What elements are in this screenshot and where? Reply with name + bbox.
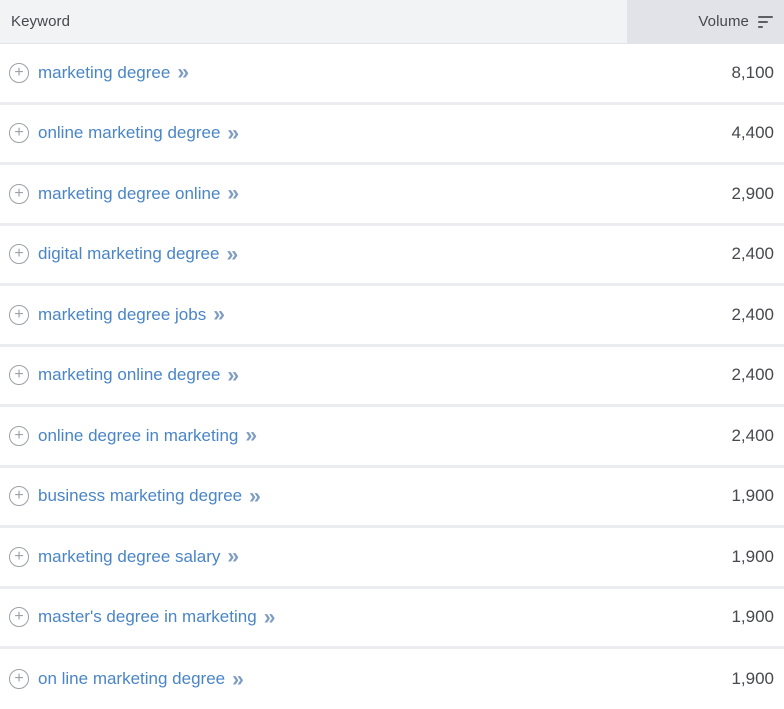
keyword-cell: + marketing online degree » — [0, 365, 627, 386]
add-keyword-icon[interactable]: + — [9, 62, 29, 83]
expand-keyword-icon[interactable]: » — [227, 123, 239, 144]
volume-value: 4,400 — [731, 123, 774, 143]
volume-value: 2,900 — [731, 183, 774, 203]
keyword-link[interactable]: marketing degree — [38, 63, 170, 83]
expand-keyword-icon[interactable]: » — [177, 62, 189, 83]
table-row: + online degree in marketing » 2,400 — [0, 407, 784, 465]
keyword-volume-table: Keyword Volume + marketing degree » 8,10… — [0, 0, 784, 709]
keyword-cell: + online marketing degree » — [0, 123, 627, 144]
keyword-link[interactable]: digital marketing degree — [38, 244, 219, 264]
table-row: + business marketing degree » 1,900 — [0, 467, 784, 525]
expand-keyword-icon[interactable]: » — [226, 244, 238, 265]
volume-value: 1,900 — [731, 546, 774, 566]
table-row: + marketing degree online » 2,900 — [0, 165, 784, 223]
keyword-link[interactable]: business marketing degree — [38, 486, 242, 506]
column-header-keyword: Keyword — [11, 13, 71, 30]
table-row: + marketing degree jobs » 2,400 — [0, 286, 784, 344]
table-row: + on line marketing degree » 1,900 — [0, 649, 784, 709]
expand-keyword-icon[interactable]: » — [227, 365, 239, 386]
add-keyword-icon[interactable]: + — [9, 607, 29, 628]
add-keyword-icon[interactable]: + — [9, 365, 29, 386]
add-keyword-icon[interactable]: + — [9, 546, 29, 567]
column-header-volume-label: Volume — [698, 13, 749, 30]
volume-value: 2,400 — [731, 365, 774, 385]
keyword-link[interactable]: master's degree in marketing — [38, 607, 257, 627]
volume-value: 1,900 — [731, 486, 774, 506]
add-keyword-icon[interactable]: + — [9, 669, 29, 689]
keyword-cell: + marketing degree salary » — [0, 546, 627, 567]
expand-keyword-icon[interactable]: » — [245, 425, 257, 446]
keyword-cell: + digital marketing degree » — [0, 244, 627, 265]
table-row: + digital marketing degree » 2,400 — [0, 225, 784, 283]
expand-keyword-icon[interactable]: » — [232, 669, 244, 690]
keyword-link[interactable]: marketing online degree — [38, 365, 220, 385]
keyword-link[interactable]: on line marketing degree — [38, 669, 225, 689]
keyword-cell: + online degree in marketing » — [0, 425, 627, 446]
keyword-cell: + marketing degree » — [0, 62, 627, 83]
expand-keyword-icon[interactable]: » — [249, 486, 261, 507]
volume-value: 1,900 — [731, 607, 774, 627]
keyword-cell: + on line marketing degree » — [0, 669, 627, 690]
table-row: + marketing online degree » 2,400 — [0, 346, 784, 404]
keyword-link[interactable]: marketing degree online — [38, 184, 220, 204]
add-keyword-icon[interactable]: + — [9, 123, 29, 144]
volume-value: 2,400 — [731, 425, 774, 445]
table-header: Keyword Volume — [0, 0, 784, 44]
expand-keyword-icon[interactable]: » — [227, 183, 239, 204]
volume-value: 2,400 — [731, 244, 774, 264]
expand-keyword-icon[interactable]: » — [213, 304, 225, 325]
add-keyword-icon[interactable]: + — [9, 183, 29, 204]
column-header-volume[interactable]: Volume — [627, 0, 784, 43]
table-row: + marketing degree salary » 1,900 — [0, 528, 784, 586]
table-row: + online marketing degree » 4,400 — [0, 104, 784, 162]
keyword-cell: + business marketing degree » — [0, 486, 627, 507]
table-row: + master's degree in marketing » 1,900 — [0, 588, 784, 646]
add-keyword-icon[interactable]: + — [9, 244, 29, 265]
keyword-link[interactable]: online degree in marketing — [38, 426, 238, 446]
keyword-cell: + marketing degree online » — [0, 183, 627, 204]
table-row: + marketing degree » 8,100 — [0, 44, 784, 102]
add-keyword-icon[interactable]: + — [9, 304, 29, 325]
volume-value: 1,900 — [731, 669, 774, 688]
keyword-cell: + marketing degree jobs » — [0, 304, 627, 325]
expand-keyword-icon[interactable]: » — [264, 607, 276, 628]
volume-value: 2,400 — [731, 304, 774, 324]
volume-value: 8,100 — [731, 62, 774, 82]
keyword-link[interactable]: marketing degree salary — [38, 547, 220, 567]
keyword-link[interactable]: online marketing degree — [38, 123, 220, 143]
keyword-link[interactable]: marketing degree jobs — [38, 305, 206, 325]
table-body: + marketing degree » 8,100 + online mark… — [0, 44, 784, 709]
add-keyword-icon[interactable]: + — [9, 425, 29, 446]
sort-descending-icon[interactable] — [758, 15, 773, 28]
expand-keyword-icon[interactable]: » — [227, 546, 239, 567]
keyword-cell: + master's degree in marketing » — [0, 607, 627, 628]
add-keyword-icon[interactable]: + — [9, 486, 29, 507]
